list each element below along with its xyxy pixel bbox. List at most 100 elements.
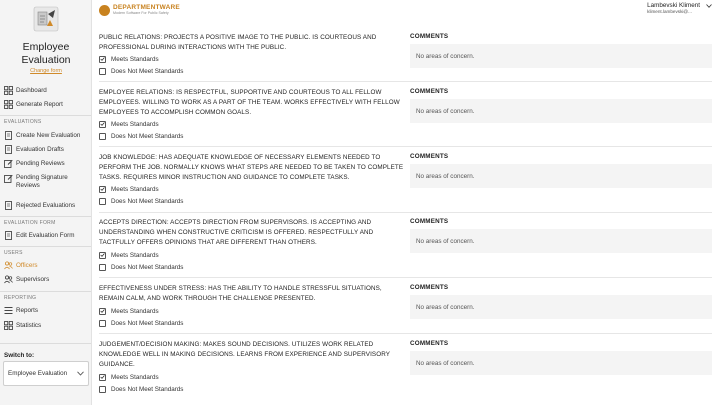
nav-statistics[interactable]: Statistics [4, 319, 41, 331]
meets-standards-label: Meets Standards [111, 307, 159, 315]
comments-field[interactable]: No areas of concern. [410, 99, 712, 123]
nav-rejected-evaluations-label: Rejected Evaluations [16, 201, 76, 209]
comments-label: COMMENTS [410, 33, 449, 40]
comments-field[interactable]: No areas of concern. [410, 295, 712, 319]
nav-pending-signature[interactable]: Pending Signature Reviews [4, 174, 88, 192]
comments-field[interactable]: No areas of concern. [410, 44, 712, 68]
nav-officers-label: Officers [16, 261, 38, 269]
comment-text: No areas of concern. [416, 172, 475, 180]
not-meets-standards-option[interactable]: Does Not Meet Standards [99, 318, 183, 328]
nav-reports[interactable]: Reports [4, 304, 38, 316]
meets-standards-option[interactable]: Meets Standards [99, 372, 159, 382]
user-name: Lambevski Kliment [647, 2, 700, 9]
meets-standards-option[interactable]: Meets Standards [99, 250, 159, 260]
meets-standards-checkbox[interactable] [99, 307, 106, 315]
meets-standards-checkbox[interactable] [99, 373, 106, 381]
switch-app-select[interactable]: Employee Evaluation [3, 361, 89, 386]
meets-standards-label: Meets Standards [111, 373, 159, 381]
meets-standards-checkbox[interactable] [99, 185, 106, 193]
comments-field[interactable]: No areas of concern. [410, 229, 712, 253]
grid-icon [4, 320, 13, 330]
nav-dashboard[interactable]: Dashboard [4, 84, 47, 96]
change-form-link[interactable]: Change form [0, 68, 91, 74]
meets-standards-checkbox[interactable] [99, 120, 106, 128]
question-row: EMPLOYEE RELATIONS: IS RESPECTFUL, SUPPO… [99, 88, 712, 146]
nav-rejected-evaluations[interactable]: Rejected Evaluations [4, 199, 75, 211]
meets-standards-checkbox[interactable] [99, 55, 106, 63]
comments-field[interactable]: No areas of concern. [410, 164, 712, 188]
meets-standards-option[interactable]: Meets Standards [99, 184, 159, 194]
app-logo [33, 6, 59, 32]
meets-standards-label: Meets Standards [111, 185, 159, 193]
nav-create-evaluation[interactable]: Create New Evaluation [4, 129, 80, 141]
sidebar-divider [0, 291, 91, 292]
comments-label: COMMENTS [410, 218, 449, 225]
document-icon [5, 230, 12, 240]
question-row: ACCEPTS DIRECTION: ACCEPTS DIRECTION FRO… [99, 218, 712, 276]
section-evaluation-form: EVALUATION FORM [4, 220, 56, 226]
row-divider [99, 333, 712, 334]
question-row: JOB KNOWLEDGE: HAS ADEQUATE KNOWLEDGE OF… [99, 153, 712, 211]
comments-label: COMMENTS [410, 153, 449, 160]
not-meets-standards-checkbox[interactable] [99, 385, 106, 393]
comments-label: COMMENTS [410, 284, 449, 291]
meets-standards-option[interactable]: Meets Standards [99, 54, 159, 64]
nav-generate-report[interactable]: Generate Report [4, 98, 63, 110]
row-divider [99, 146, 712, 147]
comments-label: COMMENTS [410, 340, 449, 347]
question-text: JUDGEMENT/DECISION MAKING: MAKES SOUND D… [99, 341, 390, 368]
nav-pending-reviews[interactable]: Pending Reviews [4, 157, 65, 169]
not-meets-standards-option[interactable]: Does Not Meet Standards [99, 66, 183, 76]
meets-standards-label: Meets Standards [111, 120, 159, 128]
nav-pending-reviews-label: Pending Reviews [16, 159, 65, 167]
not-meets-standards-checkbox[interactable] [99, 263, 106, 271]
sidebar: Employee Evaluation Change form Dashboar… [0, 0, 92, 405]
brand-logo-icon [99, 4, 110, 16]
brand: DEPARTMENTWARE Modern Software For Publi… [99, 2, 180, 18]
nav-create-evaluation-label: Create New Evaluation [16, 131, 81, 139]
nav-generate-report-label: Generate Report [16, 100, 63, 108]
not-meets-standards-option[interactable]: Does Not Meet Standards [99, 262, 183, 272]
not-meets-standards-option[interactable]: Does Not Meet Standards [99, 196, 183, 206]
not-meets-standards-label: Does Not Meet Standards [111, 263, 184, 271]
comments-field[interactable]: No areas of concern. [410, 351, 712, 375]
not-meets-standards-checkbox[interactable] [99, 67, 106, 75]
user-menu[interactable]: Lambevski Kliment kliment.lambevski@... [647, 2, 712, 14]
meets-standards-label: Meets Standards [111, 55, 159, 63]
question-text: EFFECTIVENESS UNDER STRESS: HAS THE ABIL… [99, 285, 382, 302]
checkmark-icon [100, 57, 105, 61]
not-meets-standards-checkbox[interactable] [99, 132, 106, 140]
grid-icon [4, 85, 13, 95]
nav-pending-signature-label: Pending Signature Reviews [16, 174, 68, 189]
nav-officers[interactable]: Officers [4, 259, 38, 271]
nav-evaluation-drafts[interactable]: Evaluation Drafts [4, 143, 64, 155]
row-divider [99, 277, 712, 278]
not-meets-standards-option[interactable]: Does Not Meet Standards [99, 131, 183, 141]
nav-statistics-label: Statistics [16, 321, 42, 329]
section-reporting: REPORTING [4, 295, 37, 301]
app-title: Employee Evaluation [21, 41, 71, 66]
not-meets-standards-option[interactable]: Does Not Meet Standards [99, 384, 183, 394]
users-icon [4, 260, 13, 269]
question-text: ACCEPTS DIRECTION: ACCEPTS DIRECTION FRO… [99, 219, 374, 246]
meets-standards-option[interactable]: Meets Standards [99, 306, 159, 316]
switch-app-value: Employee Evaluation [8, 370, 68, 377]
comment-text: No areas of concern. [416, 359, 475, 367]
nav-supervisors[interactable]: Supervisors [4, 273, 49, 285]
meets-standards-label: Meets Standards [111, 251, 159, 259]
meets-standards-option[interactable]: Meets Standards [99, 119, 159, 129]
checkmark-icon [100, 122, 105, 126]
not-meets-standards-checkbox[interactable] [99, 319, 106, 327]
edit-icon [4, 174, 13, 183]
list-icon [4, 306, 13, 314]
not-meets-standards-checkbox[interactable] [99, 197, 106, 205]
comments-label: COMMENTS [410, 88, 449, 95]
not-meets-standards-label: Does Not Meet Standards [111, 67, 184, 75]
meets-standards-checkbox[interactable] [99, 251, 106, 259]
document-icon [5, 130, 12, 140]
comment-text: No areas of concern. [416, 107, 475, 115]
document-icon [5, 200, 12, 210]
not-meets-standards-label: Does Not Meet Standards [111, 319, 184, 327]
grid-icon [4, 99, 13, 109]
nav-edit-evaluation-form[interactable]: Edit Evaluation Form [4, 229, 74, 241]
